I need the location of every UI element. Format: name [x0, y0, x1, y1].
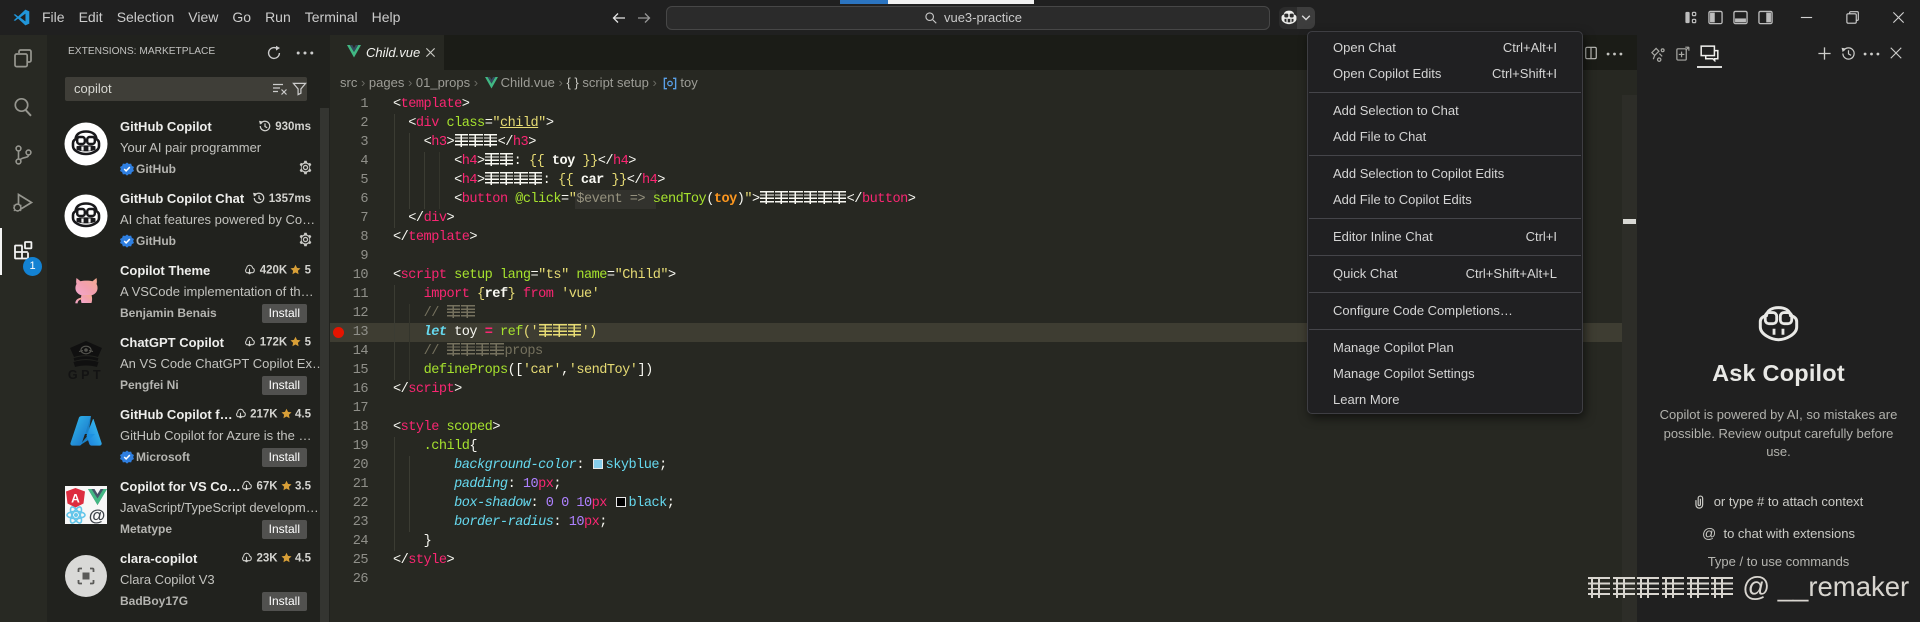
svg-text:@: @ [89, 506, 106, 525]
svg-text:GPT: GPT [68, 368, 104, 382]
svg-text:A: A [71, 492, 80, 506]
